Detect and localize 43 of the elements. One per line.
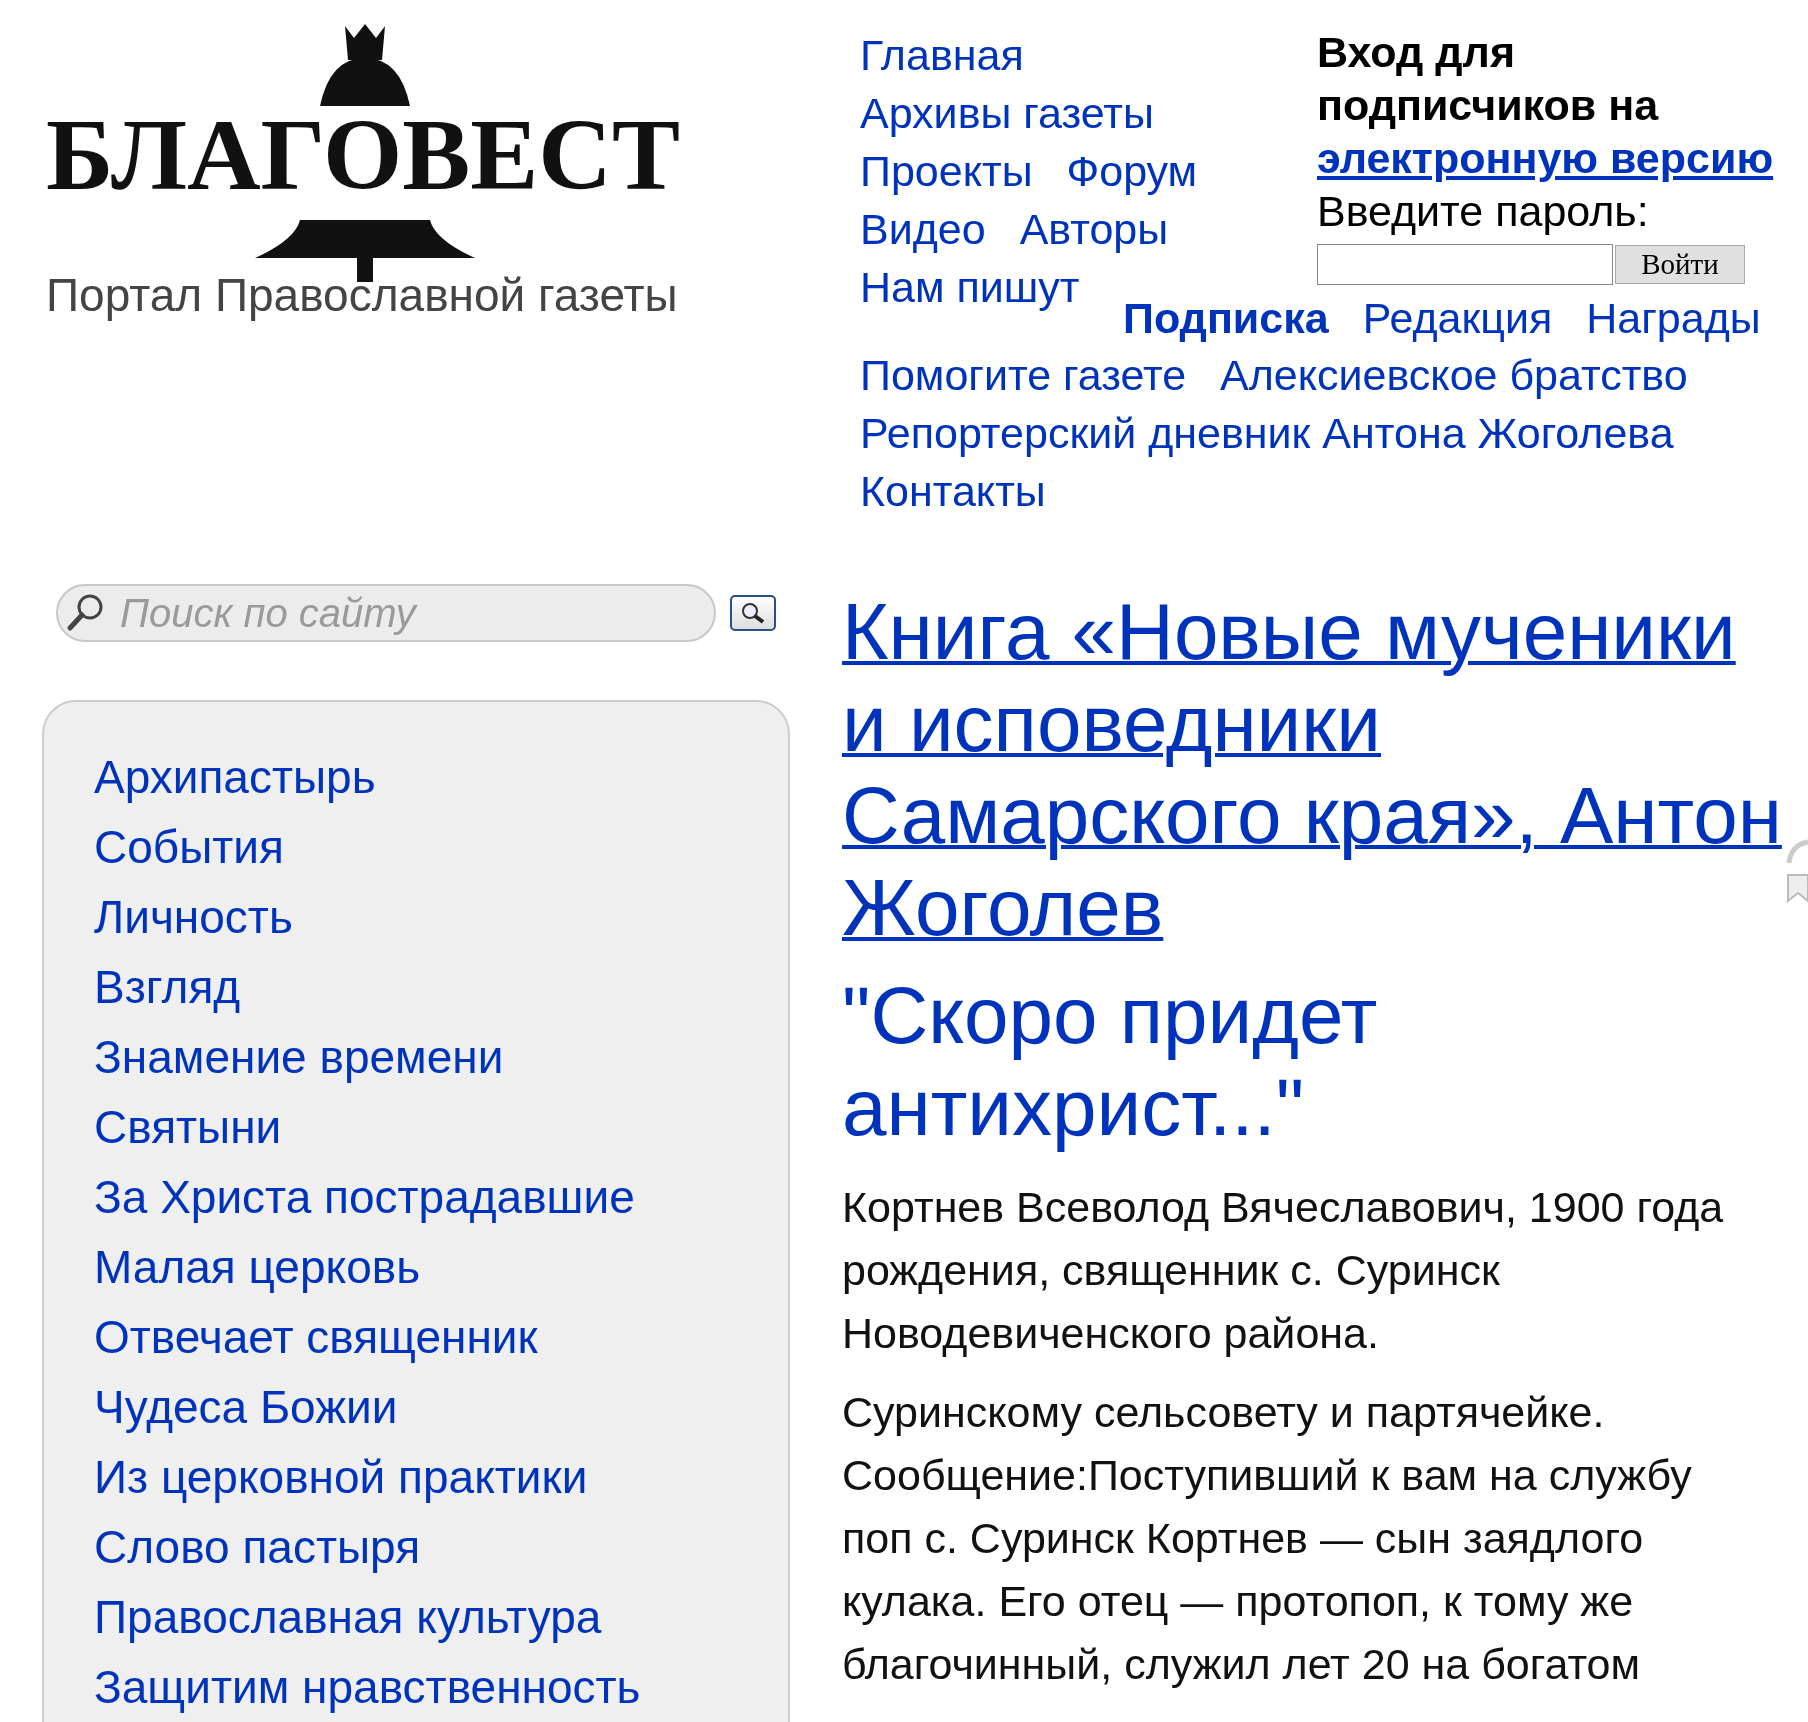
sidebar-link[interactable]: За Христа пострадавшие xyxy=(94,1162,635,1232)
nav-link[interactable]: Видео xyxy=(860,200,986,258)
article-subtitle: "Скоро придет антихрист..." xyxy=(842,970,1379,1154)
nav-link[interactable]: Главная xyxy=(860,26,1024,84)
sidebar-link[interactable]: Малая церковь xyxy=(94,1232,421,1302)
bookmark-icon xyxy=(1786,873,1808,903)
nav-link[interactable]: Алексиевское братство xyxy=(1220,346,1688,404)
nav-link[interactable]: Архивы газеты xyxy=(860,84,1154,142)
nav-link[interactable]: Контакты xyxy=(860,462,1046,520)
sidebar-link[interactable]: Чудеса Божии xyxy=(94,1372,398,1442)
nav-link[interactable]: Помогите газете xyxy=(860,346,1187,404)
nav-link[interactable]: Награды xyxy=(1586,289,1761,347)
nav-link[interactable]: Репортерский дневник Антона Жоголева xyxy=(860,404,1674,462)
sidebar-link[interactable]: Православная культура xyxy=(94,1582,602,1652)
sidebar-link[interactable]: Отвечает священник xyxy=(94,1302,538,1372)
sidebar-link[interactable]: Слово пастыря xyxy=(94,1512,421,1582)
logo-title: БЛАГОВЕСТ xyxy=(46,104,681,206)
sidebar-link[interactable]: Знамение времени xyxy=(94,1022,504,1092)
nav-link[interactable]: Редакция xyxy=(1362,289,1553,347)
article-paragraph: Суринскому сельсовету и партячейке. Сообщение:Поступивший к вам на службу поп с. Суринск Кортнев — сын заядлого кулака. Его отец — протопоп, к тому же благочинный, служил лет 20 на богатом xyxy=(842,1387,1693,1690)
sidebar-link[interactable]: События xyxy=(94,812,284,882)
sidebar-link[interactable]: Личность xyxy=(94,882,293,952)
nav-link[interactable]: Форум xyxy=(1066,142,1198,200)
sidebar-link[interactable]: Из церковной практики xyxy=(94,1442,588,1512)
logo-tagline: Портал Православной газеты xyxy=(46,268,679,322)
nav-link[interactable]: Подписка xyxy=(1123,289,1329,347)
search-button[interactable] xyxy=(730,595,776,631)
sidebar-link[interactable]: Защитим нравственность xyxy=(94,1652,641,1722)
arc-icon xyxy=(1786,839,1808,865)
article-title[interactable]: Книга «Новые мученики и исповедники Самарского края», Антон Жоголев xyxy=(842,586,1787,954)
nav-link[interactable]: Авторы xyxy=(1019,200,1169,258)
nav-link[interactable]: Проекты xyxy=(860,142,1033,200)
sidebar-link[interactable]: Взгляд xyxy=(94,952,241,1022)
login-button[interactable]: Войти xyxy=(1615,245,1745,284)
sidebar-link[interactable]: Архипастырь xyxy=(94,742,376,812)
nav-link[interactable]: Нам пишут xyxy=(860,258,1080,316)
login-heading: Вход для подписчиков на xyxy=(1317,27,1660,131)
password-label: Введите пароль: xyxy=(1317,186,1650,237)
password-field[interactable] xyxy=(1317,244,1613,285)
subscription-link[interactable]: электронную версию xyxy=(1317,132,1774,185)
search-field[interactable]: Поиск по сайту xyxy=(56,584,716,642)
article-paragraph: Кортнев Всеволод Вячеславович, 1900 года рождения, священник с. Суринск Новодевиченского района. xyxy=(842,1182,1725,1359)
sidebar-link[interactable]: Святыни xyxy=(94,1092,282,1162)
